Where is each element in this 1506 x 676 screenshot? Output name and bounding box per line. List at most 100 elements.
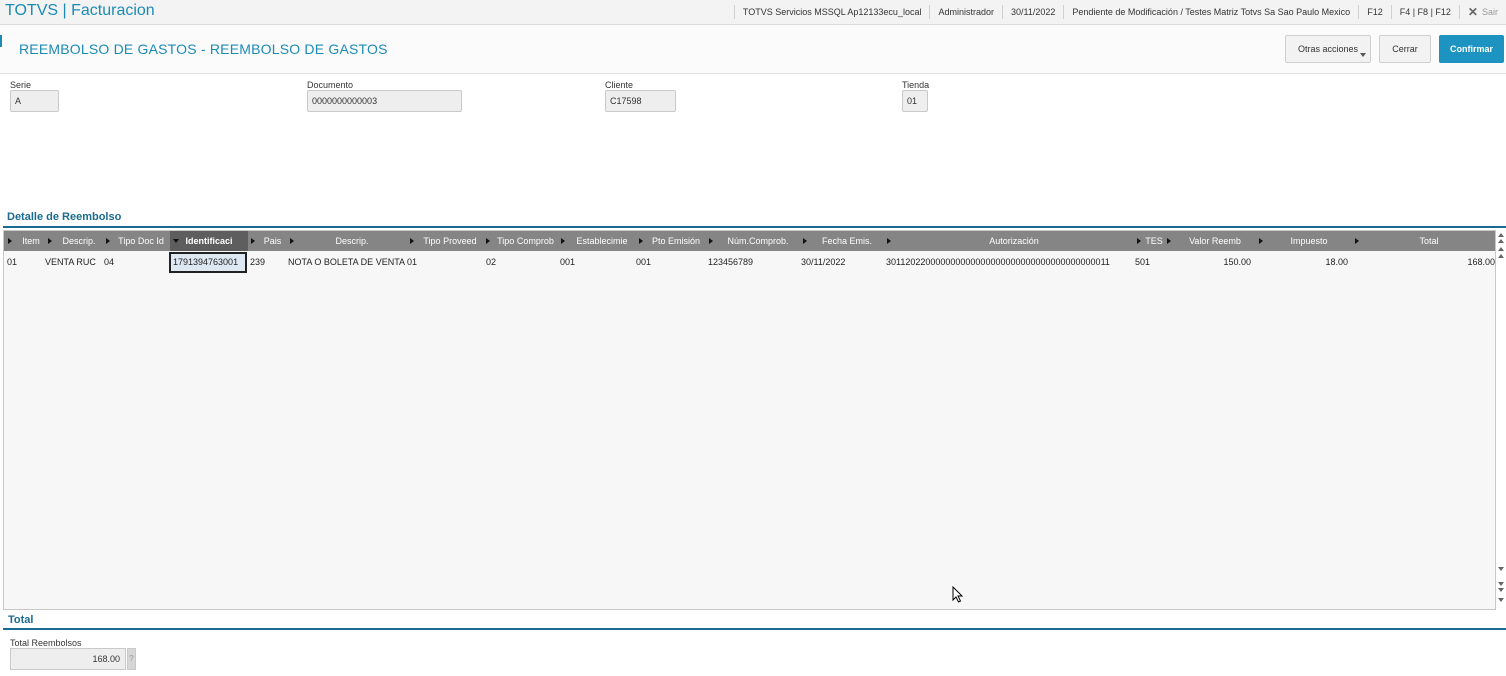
table-cell[interactable]: 001 [636, 252, 706, 273]
detalle-title: Detalle de Reembolso [7, 211, 122, 223]
col-header[interactable]: Establecimie [567, 231, 637, 251]
sort-arrow-icon [709, 238, 713, 244]
sort-arrow-icon [1355, 238, 1359, 244]
close-icon: ✕ [1467, 5, 1478, 19]
documento-field[interactable]: 0000000000003 [307, 90, 462, 112]
table-cell[interactable]: 01 [407, 252, 481, 273]
sort-arrow-icon [1137, 238, 1141, 244]
col-header[interactable]: Valor Reemb [1173, 231, 1257, 251]
header-marker [0, 35, 2, 47]
shortcut-keys[interactable]: F4 | F8 | F12 [1390, 5, 1459, 19]
otras-acciones-button[interactable]: Otras acciones [1285, 35, 1371, 63]
table-cell[interactable]: 123456789 [708, 252, 798, 273]
sort-arrow-icon [251, 238, 255, 244]
col-header[interactable]: Impuesto [1265, 231, 1353, 251]
top-bar: TOTVS | Facturacion TOTVS Servicios MSSQ… [0, 0, 1506, 25]
app-title: TOTVS | Facturacion [5, 2, 155, 19]
col-header-label: Identificaci [185, 236, 233, 246]
sort-arrow-icon [1259, 238, 1263, 244]
total-divider [3, 628, 1506, 630]
table-cell[interactable]: 02 [486, 252, 556, 273]
col-header[interactable]: Item [14, 231, 48, 251]
sort-arrow-icon [290, 238, 294, 244]
scroll-down-icon[interactable] [1498, 567, 1504, 571]
col-header[interactable]: Total [1361, 231, 1495, 251]
col-header[interactable]: Descrip. [54, 231, 104, 251]
table-cell[interactable]: NOTA O BOLETA DE VENTA [288, 252, 406, 273]
table-cell[interactable]: 18.00 [1259, 252, 1348, 273]
tienda-field[interactable]: 01 [902, 90, 928, 112]
col-header[interactable]: Descrip. [296, 231, 408, 251]
cerrar-label: Cerrar [1392, 44, 1418, 54]
table-cell[interactable]: 150.00 [1169, 252, 1251, 273]
exit-button[interactable]: ✕ Sair [1458, 5, 1506, 19]
table-cell[interactable]: 501 [1135, 252, 1165, 273]
table-cell[interactable]: 001 [560, 252, 634, 273]
col-header[interactable]: Fecha Emis. [809, 231, 885, 251]
serie-label: Serie [10, 80, 32, 90]
reembolso-grid[interactable]: Item Descrip. Tipo Doc Id Identificaci P… [3, 230, 1496, 610]
col-header[interactable]: Autorización [893, 231, 1135, 251]
sort-arrow-icon [803, 238, 807, 244]
scroll-bottom-icon[interactable] [1498, 588, 1504, 592]
sort-arrow-icon [486, 238, 490, 244]
page-header: REEMBOLSO DE GASTOS - REEMBOLSO DE GASTO… [0, 25, 1506, 74]
confirmar-label: Confirmar [1449, 44, 1493, 54]
table-cell[interactable]: VENTA RUC [45, 252, 103, 273]
detalle-divider [3, 226, 1506, 228]
otras-acciones-label: Otras acciones [1297, 44, 1359, 54]
scroll-bottom-icon[interactable] [1498, 582, 1504, 586]
page-title: REEMBOLSO DE GASTOS - REEMBOLSO DE GASTO… [19, 41, 388, 57]
mouse-cursor-icon [952, 586, 964, 603]
sort-arrow-icon [8, 238, 12, 244]
sort-down-icon [173, 239, 179, 243]
sort-arrow-icon [1167, 238, 1171, 244]
col-header[interactable]: Tipo Doc Id [112, 231, 170, 251]
documento-label: Documento [307, 80, 354, 90]
cerrar-button[interactable]: Cerrar [1379, 35, 1431, 63]
col-header[interactable]: Tipo Comprob [492, 231, 559, 251]
sort-arrow-icon [887, 238, 891, 244]
sort-arrow-icon [48, 238, 52, 244]
col-header-selected[interactable]: Identificaci [170, 231, 248, 251]
total-reembolsos-label: Total Reembolsos [10, 638, 82, 648]
confirmar-button[interactable]: Confirmar [1439, 35, 1504, 63]
table-cell[interactable]: 3011202200000000000000000000000000000000… [886, 252, 1132, 273]
table-cell[interactable]: 04 [104, 252, 166, 273]
col-header[interactable]: Núm.Comprob. [715, 231, 801, 251]
col-header[interactable]: Pto Emisión [645, 231, 707, 251]
server-info: TOTVS Servicios MSSQL Ap12133ecu_local [733, 5, 930, 19]
table-cell-focused[interactable]: 1791394763001 [169, 252, 247, 273]
scroll-bottom-icon[interactable] [1498, 598, 1504, 602]
status-info: Pendiente de Modificación / Testes Matri… [1063, 5, 1358, 19]
scroll-top-icon[interactable] [1498, 233, 1504, 237]
total-reembolsos-field[interactable]: 168.00 [10, 648, 126, 670]
grid-header: Item Descrip. Tipo Doc Id Identificaci P… [4, 231, 1495, 251]
sort-arrow-icon [639, 238, 643, 244]
table-cell[interactable]: 168.00 [1358, 252, 1495, 273]
total-title: Total [8, 614, 34, 626]
col-header[interactable]: Tipo Proveed [416, 231, 484, 251]
sort-arrow-icon [106, 238, 110, 244]
user-info: Administrador [929, 5, 1002, 19]
scroll-up-icon[interactable] [1498, 254, 1504, 258]
sort-arrow-icon [561, 238, 565, 244]
col-header[interactable]: TES [1143, 231, 1165, 251]
sort-arrow-icon [410, 238, 414, 244]
date-info: 30/11/2022 [1001, 5, 1063, 19]
col-header[interactable]: Pais [257, 231, 288, 251]
grid-scrollbar[interactable] [1497, 230, 1506, 610]
exit-label: Sair [1481, 7, 1498, 17]
table-cell[interactable]: 239 [250, 252, 284, 273]
f12-shortcut[interactable]: F12 [1358, 5, 1391, 19]
scroll-top-icon[interactable] [1498, 239, 1504, 243]
table-cell[interactable]: 30/11/2022 [801, 252, 881, 273]
scroll-up-icon[interactable] [1498, 247, 1504, 251]
table-cell[interactable]: 01 [7, 252, 41, 273]
top-info: TOTVS Servicios MSSQL Ap12133ecu_local A… [733, 0, 1506, 24]
cliente-field[interactable]: C17598 [605, 90, 676, 112]
cliente-label: Cliente [605, 80, 634, 90]
serie-field[interactable]: A [10, 90, 59, 112]
tienda-label: Tienda [902, 80, 930, 90]
help-icon[interactable]: ? [127, 648, 136, 670]
